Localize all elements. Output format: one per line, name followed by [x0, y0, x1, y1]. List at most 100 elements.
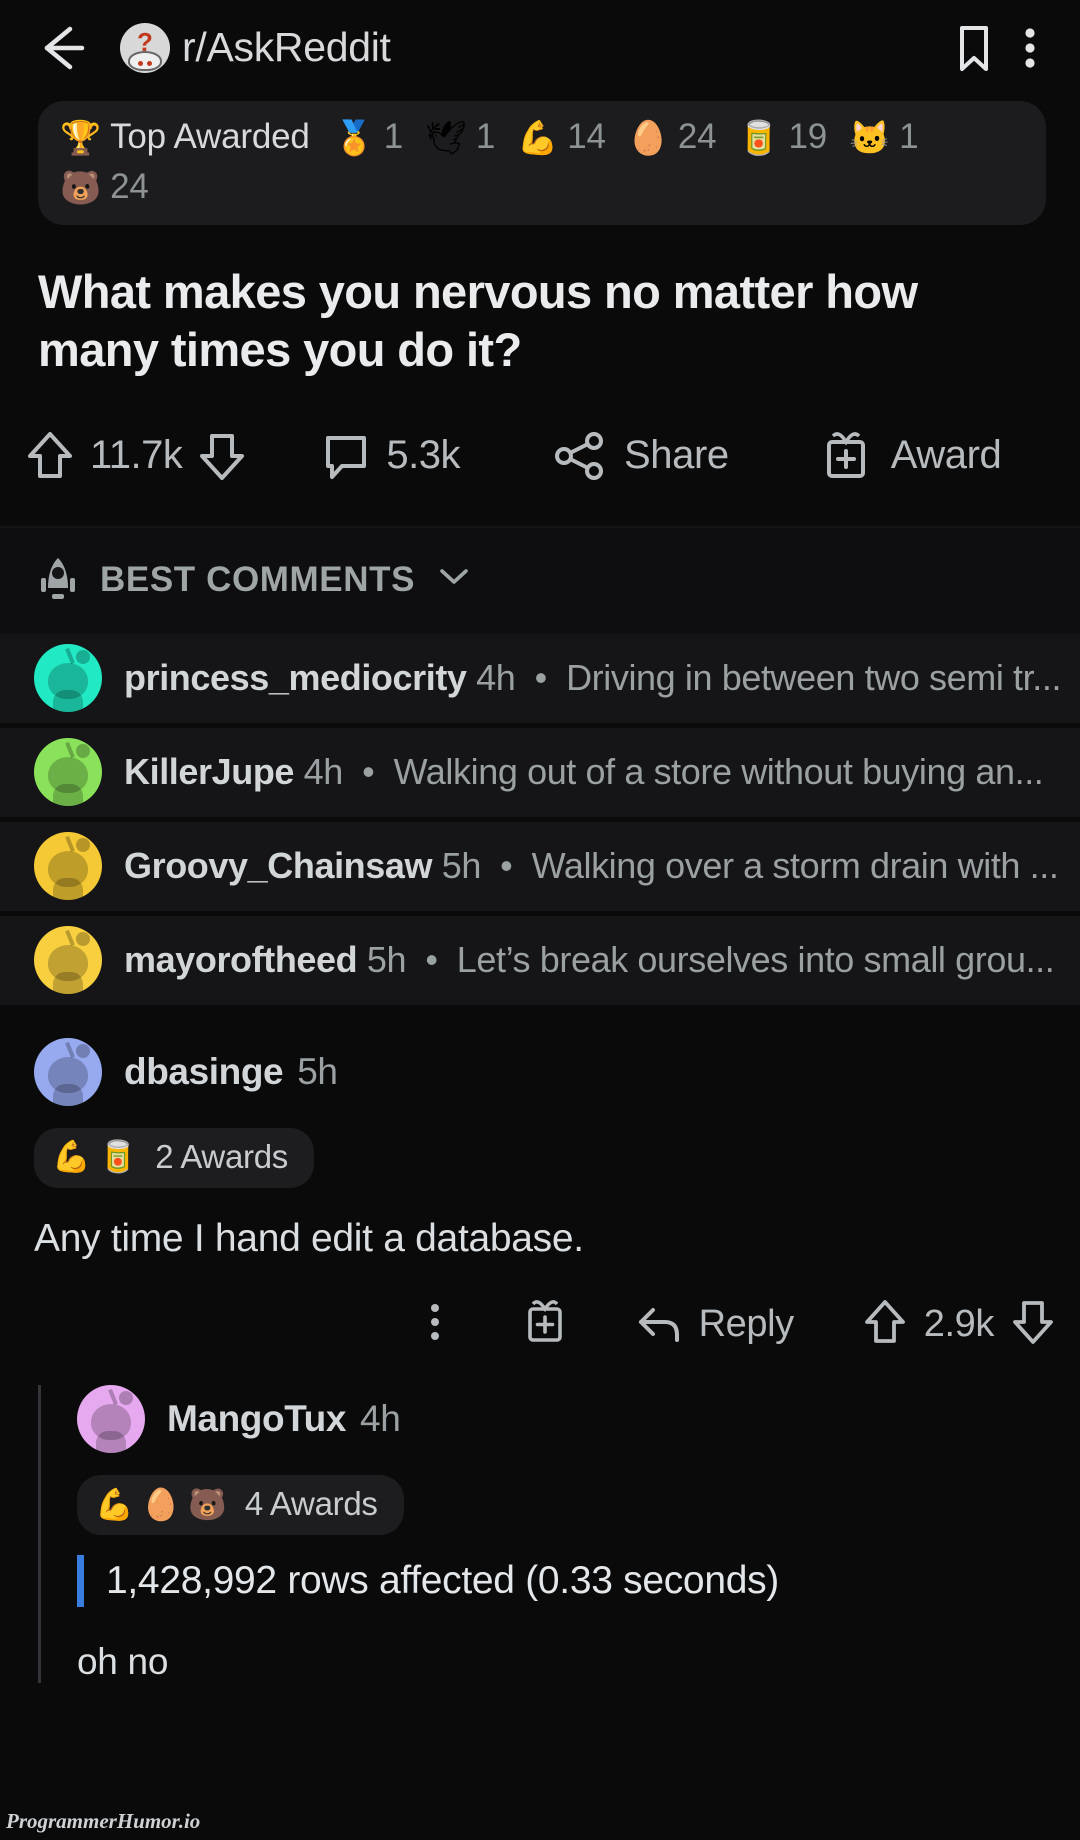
- list-item[interactable]: mayoroftheed 5h • Let’s break ourselves …: [0, 915, 1080, 1010]
- preview-comment-text: KillerJupe 4h • Walking out of a store w…: [124, 751, 1043, 793]
- award-count: 19: [788, 117, 828, 156]
- sort-label: BEST COMMENTS: [100, 559, 416, 599]
- avatar[interactable]: [34, 832, 102, 901]
- award-count: 24: [110, 167, 149, 206]
- post-action-bar: 11.7k 5.3k Share Award: [0, 380, 1080, 526]
- award-gift-icon[interactable]: [519, 1294, 571, 1355]
- share-button[interactable]: Share: [550, 427, 729, 485]
- dot-separator: •: [525, 657, 557, 699]
- reply-awards-pill[interactable]: 💪 🥚 🐻 4 Awards: [77, 1475, 404, 1536]
- back-arrow-icon[interactable]: [30, 17, 92, 79]
- reply-time: 4h: [360, 1398, 401, 1440]
- award-count: 1: [899, 117, 919, 156]
- avatar[interactable]: [34, 644, 102, 713]
- preview-comment-text: princess_mediocrity 4h • Driving in betw…: [124, 657, 1061, 699]
- comment-snippet: Walking out of a store without buying an…: [393, 751, 1044, 793]
- list-item[interactable]: KillerJupe 4h • Walking out of a store w…: [0, 727, 1080, 822]
- award-button[interactable]: Award: [817, 426, 1002, 486]
- watermark: ProgrammerHumor.io: [6, 1809, 201, 1833]
- comment-author[interactable]: KillerJupe: [124, 751, 294, 792]
- award-count: 1: [383, 117, 403, 156]
- comment-downvote-button[interactable]: [1008, 1294, 1058, 1355]
- share-label: Share: [624, 433, 729, 478]
- comment-action-bar: Reply 2.9k: [0, 1264, 1080, 1363]
- award-wings-icon: 🕊: [424, 118, 467, 156]
- kebab-menu-icon[interactable]: [1006, 16, 1054, 80]
- comment-thread: dbasinge 5h 💪 🥫 2 Awards Any time I hand…: [0, 1009, 1080, 1684]
- downvote-button[interactable]: [194, 426, 250, 486]
- award-armwrestle-icon: 💪: [95, 1486, 134, 1522]
- awards-count-label: 2 Awards: [155, 1137, 288, 1175]
- award-can-icon: 🥫: [98, 1139, 138, 1175]
- upvote-count: 11.7k: [90, 433, 183, 478]
- dot-separator: •: [490, 845, 522, 887]
- post-title[interactable]: What makes you nervous no matter how man…: [0, 235, 1080, 380]
- comment-time: 5h: [441, 845, 482, 887]
- comment-sort-header[interactable]: BEST COMMENTS: [0, 525, 1080, 634]
- comment-author[interactable]: Groovy_Chainsaw: [124, 845, 433, 886]
- kebab-menu-icon[interactable]: [413, 1294, 457, 1355]
- award-armwrestle-icon: 💪: [52, 1139, 91, 1175]
- award-count: 1: [475, 117, 496, 156]
- reply-arrow-icon: [638, 1307, 679, 1342]
- reply-header: MangoTux 4h: [77, 1385, 1080, 1454]
- comment-body: Any time I hand edit a database.: [34, 1216, 584, 1260]
- comment-snippet: Walking over a storm drain with ...: [531, 845, 1059, 887]
- comment-author[interactable]: mayoroftheed: [124, 939, 358, 980]
- preview-comment-text: mayoroftheed 5h • Let’s break ourselves …: [124, 939, 1054, 981]
- award-bear-icon: 🐻: [60, 168, 102, 206]
- award-label: Award: [890, 433, 1002, 478]
- reddit-post-screen: ? r/AskReddit 🏆 Top Awarded 🏅 1 🕊 1 💪 14…: [0, 0, 1080, 1840]
- award-count: 24: [677, 117, 717, 156]
- rocket-icon: [41, 557, 75, 599]
- top-awarded-label: Top Awarded: [110, 117, 310, 156]
- comment-upvote-button[interactable]: [860, 1294, 910, 1355]
- award-medal-icon: 🏅: [333, 118, 375, 156]
- comment-snippet: Let’s break ourselves into small grou...: [456, 939, 1055, 981]
- avatar[interactable]: [34, 1037, 102, 1106]
- preview-comment-text: Groovy_Chainsaw 5h • Walking over a stor…: [124, 845, 1058, 887]
- reply-label: Reply: [698, 1303, 795, 1346]
- comment-time: 5h: [297, 1050, 338, 1092]
- comment-awards-pill[interactable]: 💪 🥫 2 Awards: [34, 1127, 314, 1188]
- comment-time: 4h: [476, 657, 516, 699]
- comment-snippet: Driving in between two semi tr...: [566, 657, 1062, 699]
- comment-author[interactable]: dbasinge: [124, 1051, 284, 1093]
- list-item[interactable]: princess_mediocrity 4h • Driving in betw…: [0, 633, 1080, 728]
- trophy-icon: 🏆: [60, 118, 102, 156]
- snoo-face: [128, 50, 162, 71]
- avatar[interactable]: [77, 1385, 145, 1454]
- reply-body: oh no: [77, 1641, 169, 1683]
- dot-separator: •: [352, 751, 384, 793]
- top-awarded-pill[interactable]: 🏆 Top Awarded 🏅 1 🕊 1 💪 14 🥚 24 🥫 19 🐱 1…: [38, 101, 1046, 225]
- upvote-button[interactable]: [22, 426, 78, 486]
- award-armwrestle-icon: 💪: [517, 118, 559, 156]
- avatar[interactable]: [34, 738, 102, 807]
- award-count: 14: [567, 117, 606, 156]
- subreddit-title[interactable]: r/AskReddit: [182, 24, 391, 71]
- reply-blockquote: 1,428,992 rows affected (0.33 seconds): [77, 1555, 1080, 1608]
- reply-author[interactable]: MangoTux: [167, 1398, 346, 1440]
- chevron-down-icon[interactable]: [437, 566, 471, 593]
- comment-author[interactable]: princess_mediocrity: [124, 657, 467, 698]
- top-app-bar: ? r/AskReddit: [0, 0, 1080, 95]
- reply-button[interactable]: Reply: [633, 1300, 794, 1350]
- award-can-icon: 🥫: [738, 118, 780, 156]
- award-bear-icon: 🐻: [188, 1486, 227, 1522]
- comment-time: 4h: [303, 751, 344, 793]
- comment-time: 5h: [366, 939, 407, 981]
- comments-button[interactable]: 5.3k: [318, 427, 472, 485]
- dot-separator: •: [415, 939, 448, 981]
- award-cat-icon: 🐱: [849, 118, 891, 156]
- comment-header: dbasinge 5h: [0, 1037, 1080, 1106]
- nested-reply: MangoTux 4h 💪 🥚 🐻 4 Awards 1,428,992 row…: [38, 1385, 1080, 1684]
- preview-comment-list: princess_mediocrity 4h • Driving in betw…: [0, 633, 1080, 1010]
- awards-count-label: 4 Awards: [244, 1485, 378, 1523]
- subreddit-avatar[interactable]: ?: [120, 22, 170, 73]
- award-egg-icon: 🥚: [141, 1486, 181, 1522]
- avatar[interactable]: [34, 926, 102, 995]
- bookmark-icon[interactable]: [942, 16, 1006, 80]
- list-item[interactable]: Groovy_Chainsaw 5h • Walking over a stor…: [0, 821, 1080, 916]
- top-awarded-strip: 🏆 Top Awarded 🏅 1 🕊 1 💪 14 🥚 24 🥫 19 🐱 1…: [0, 95, 1080, 235]
- comment-score: 2.9k: [923, 1303, 995, 1346]
